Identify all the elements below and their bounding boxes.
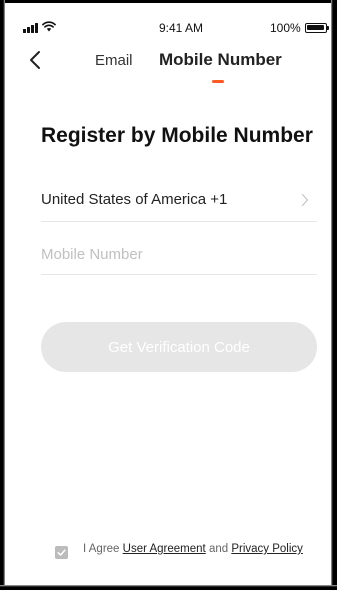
device-frame-top <box>0 0 337 3</box>
get-verification-code-button[interactable]: Get Verification Code <box>41 322 317 372</box>
battery-percent: 100% <box>270 21 301 35</box>
battery-icon <box>305 23 329 33</box>
device-frame-bottom <box>0 585 337 590</box>
country-selector[interactable]: United States of America +1 <box>41 179 317 222</box>
agree-checkbox[interactable] <box>55 546 68 559</box>
chevron-left-icon[interactable] <box>27 49 43 71</box>
page-title: Register by Mobile Number <box>41 124 313 147</box>
agree-prefix: I Agree <box>83 543 123 555</box>
mobile-number-input[interactable] <box>41 234 317 275</box>
status-bar: 9:41 AM 100% <box>6 3 331 43</box>
active-tab-indicator <box>212 80 224 83</box>
tab-email[interactable]: Email <box>95 52 133 69</box>
chevron-right-icon <box>301 193 309 207</box>
tab-mobile-number[interactable]: Mobile Number <box>159 50 282 70</box>
wifi-icon <box>42 21 56 32</box>
country-label: United States of America +1 <box>41 191 228 208</box>
privacy-policy-link[interactable]: Privacy Policy <box>231 543 303 555</box>
device-frame-left <box>0 0 5 590</box>
nav-bar: Email Mobile Number <box>6 43 331 85</box>
app-screen: 9:41 AM 100% Email Mobile Number Registe… <box>0 0 337 590</box>
signal-icon <box>23 23 39 33</box>
device-frame-right <box>331 0 337 590</box>
agree-conjunction: and <box>205 543 232 555</box>
user-agreement-link[interactable]: User Agreement <box>123 543 206 555</box>
status-time: 9:41 AM <box>159 21 204 35</box>
agreement-text: I Agree User Agreement and Privacy Polic… <box>83 540 315 558</box>
